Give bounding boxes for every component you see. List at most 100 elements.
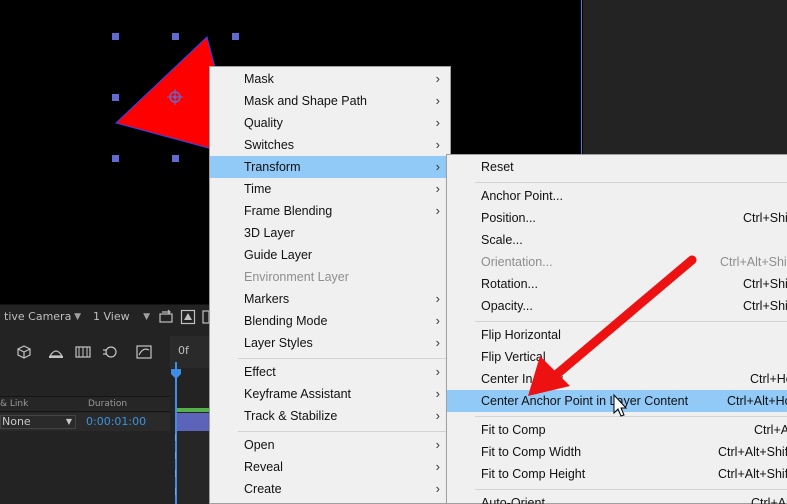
time-ruler-label: 0f — [178, 344, 189, 357]
parent-dropdown-value: None — [2, 415, 31, 428]
property-tracks — [176, 431, 210, 504]
submenu-item-scale[interactable]: Scale... — [447, 229, 787, 251]
menu-shortcut: Ctrl+Ho — [750, 372, 787, 386]
transform-handle — [172, 155, 179, 162]
submenu-item-rotation[interactable]: Rotation... Ctrl+Shif — [447, 273, 787, 295]
submenu-item-flip-vertical[interactable]: Flip Vertical — [447, 346, 787, 368]
transform-submenu: Reset Anchor Point... Position... Ctrl+Sh… — [446, 154, 787, 504]
view-layout-dropdown[interactable]: 1 View ▼ — [89, 308, 153, 326]
submenu-item-position[interactable]: Position... Ctrl+Shif — [447, 207, 787, 229]
menu-item-time[interactable]: Time › — [210, 178, 450, 200]
submenu-item-fit-to-comp[interactable]: Fit to Comp Ctrl+A — [447, 419, 787, 441]
keyframe-marker-icon[interactable]: I — [174, 470, 180, 480]
menu-item-label: Orientation... — [481, 255, 553, 269]
chevron-right-icon: › — [435, 335, 440, 350]
chevron-right-icon: › — [435, 93, 440, 108]
menu-item-label: Effect — [244, 365, 276, 379]
menu-item-keyframe-assistant[interactable]: Keyframe Assistant › — [210, 383, 450, 405]
menu-item-markers[interactable]: Markers › — [210, 288, 450, 310]
menu-item-mask-and-shape-path[interactable]: Mask and Shape Path › — [210, 90, 450, 112]
menu-separator — [475, 416, 787, 417]
menu-item-label: Keyframe Assistant — [244, 387, 351, 401]
transform-handle — [112, 155, 119, 162]
menu-item-frame-blending[interactable]: Frame Blending › — [210, 200, 450, 222]
menu-shortcut: Ctrl+Shif — [743, 299, 787, 313]
menu-item-effect[interactable]: Effect › — [210, 361, 450, 383]
menu-item-label: Switches — [244, 138, 295, 152]
menu-item-3d-layer[interactable]: 3D Layer — [210, 222, 450, 244]
menu-shortcut: Ctrl+Alt+Shif — [718, 445, 787, 459]
chevron-right-icon: › — [435, 459, 440, 474]
menu-item-label: Fit to Comp — [481, 423, 546, 437]
submenu-item-orientation: Orientation... Ctrl+Alt+Shif — [447, 251, 787, 273]
menu-item-guide-layer[interactable]: Guide Layer — [210, 244, 450, 266]
menu-item-label: Reveal — [244, 460, 283, 474]
menu-item-label: Scale... — [481, 233, 523, 247]
keyframe-marker-icon[interactable]: I — [174, 452, 180, 462]
chevron-down-icon: ▼ — [65, 417, 72, 426]
viewer-toolbar: tive Camera ▼ 1 View ▼ — [0, 304, 210, 328]
menu-item-label: Mask and Shape Path — [244, 94, 367, 108]
frame-blending-icon[interactable] — [74, 344, 92, 360]
toggle-view-icon[interactable] — [158, 309, 174, 325]
keyframe-marker-icon[interactable]: I — [174, 434, 180, 444]
menu-item-blending-mode[interactable]: Blending Mode › — [210, 310, 450, 332]
menu-item-track-stabilize[interactable]: Track & Stabilize › — [210, 405, 450, 427]
menu-item-transform[interactable]: Transform › — [210, 156, 450, 178]
chevron-down-icon: ▼ — [74, 312, 81, 322]
menu-item-label: Guide Layer — [244, 248, 313, 262]
fast-previews-icon[interactable] — [180, 309, 196, 325]
transform-handle — [172, 33, 179, 40]
menu-item-label: Environment Layer — [244, 270, 349, 284]
layer-track-bar[interactable] — [176, 413, 210, 431]
menu-item-label: Flip Horizontal — [481, 328, 561, 342]
menu-item-create[interactable]: Create › — [210, 478, 450, 500]
menu-separator — [238, 431, 450, 432]
submenu-item-fit-to-comp-width[interactable]: Fit to Comp Width Ctrl+Alt+Shif — [447, 441, 787, 463]
menu-shortcut: Ctrl+Alt+Shif — [720, 255, 787, 269]
menu-item-open[interactable]: Open › — [210, 434, 450, 456]
submenu-item-flip-horizontal[interactable]: Flip Horizontal — [447, 324, 787, 346]
menu-item-label: Anchor Point... — [481, 189, 563, 203]
layer-context-menu: Mask › Mask and Shape Path › Quality › Swit… — [209, 66, 451, 504]
submenu-item-opacity[interactable]: Opacity... Ctrl+Shif — [447, 295, 787, 317]
draft-3d-icon[interactable] — [15, 344, 33, 360]
timeline-column-header: & Link Duration — [0, 396, 170, 412]
menu-item-label: Fit to Comp Height — [481, 467, 586, 481]
chevron-right-icon: › — [435, 115, 440, 130]
layer-row[interactable]: None ▼ 0:00:01:00 — [0, 413, 170, 431]
motion-blur-icon[interactable] — [101, 344, 119, 360]
duration-column: Duration — [88, 399, 128, 409]
menu-separator — [475, 489, 787, 490]
menu-item-reveal[interactable]: Reveal › — [210, 456, 450, 478]
work-area-bar[interactable] — [176, 408, 210, 412]
menu-item-layer-styles[interactable]: Layer Styles › — [210, 332, 450, 354]
shy-layers-icon[interactable] — [47, 344, 65, 360]
chevron-down-icon: ▼ — [143, 312, 150, 322]
playhead-handle-icon[interactable] — [170, 368, 182, 380]
submenu-item-anchor-point[interactable]: Anchor Point... — [447, 185, 787, 207]
menu-item-label: Create — [244, 482, 282, 496]
chevron-right-icon: › — [435, 181, 440, 196]
chevron-right-icon: › — [435, 71, 440, 86]
submenu-item-fit-to-comp-height[interactable]: Fit to Comp Height Ctrl+Alt+Shif — [447, 463, 787, 485]
submenu-item-auto-orient[interactable]: Auto-Orient... Ctrl+Alt+ — [447, 492, 787, 504]
menu-item-mask[interactable]: Mask › — [210, 68, 450, 90]
menu-item-quality[interactable]: Quality › — [210, 112, 450, 134]
layer-duration-value[interactable]: 0:00:01:00 — [86, 415, 146, 428]
submenu-item-center-anchor-point[interactable]: Center Anchor Point in Layer Content Ctrl… — [447, 390, 787, 412]
menu-item-label: Time — [244, 182, 272, 196]
keyframe-marker-icon[interactable]: I — [174, 488, 180, 498]
submenu-item-center-in-view[interactable]: Center In View Ctrl+Ho — [447, 368, 787, 390]
submenu-item-reset[interactable]: Reset — [447, 156, 787, 178]
chevron-right-icon: › — [435, 437, 440, 452]
camera-dropdown-label: tive Camera — [4, 310, 72, 323]
menu-item-label: Center In View — [481, 372, 563, 386]
graph-editor-icon[interactable] — [135, 344, 153, 360]
menu-item-label: Mask — [244, 72, 274, 86]
camera-dropdown[interactable]: tive Camera ▼ — [0, 308, 84, 326]
transform-handle — [112, 94, 119, 101]
menu-item-switches[interactable]: Switches › — [210, 134, 450, 156]
parent-dropdown[interactable]: None ▼ — [0, 415, 76, 429]
menu-item-label: 3D Layer — [244, 226, 295, 240]
